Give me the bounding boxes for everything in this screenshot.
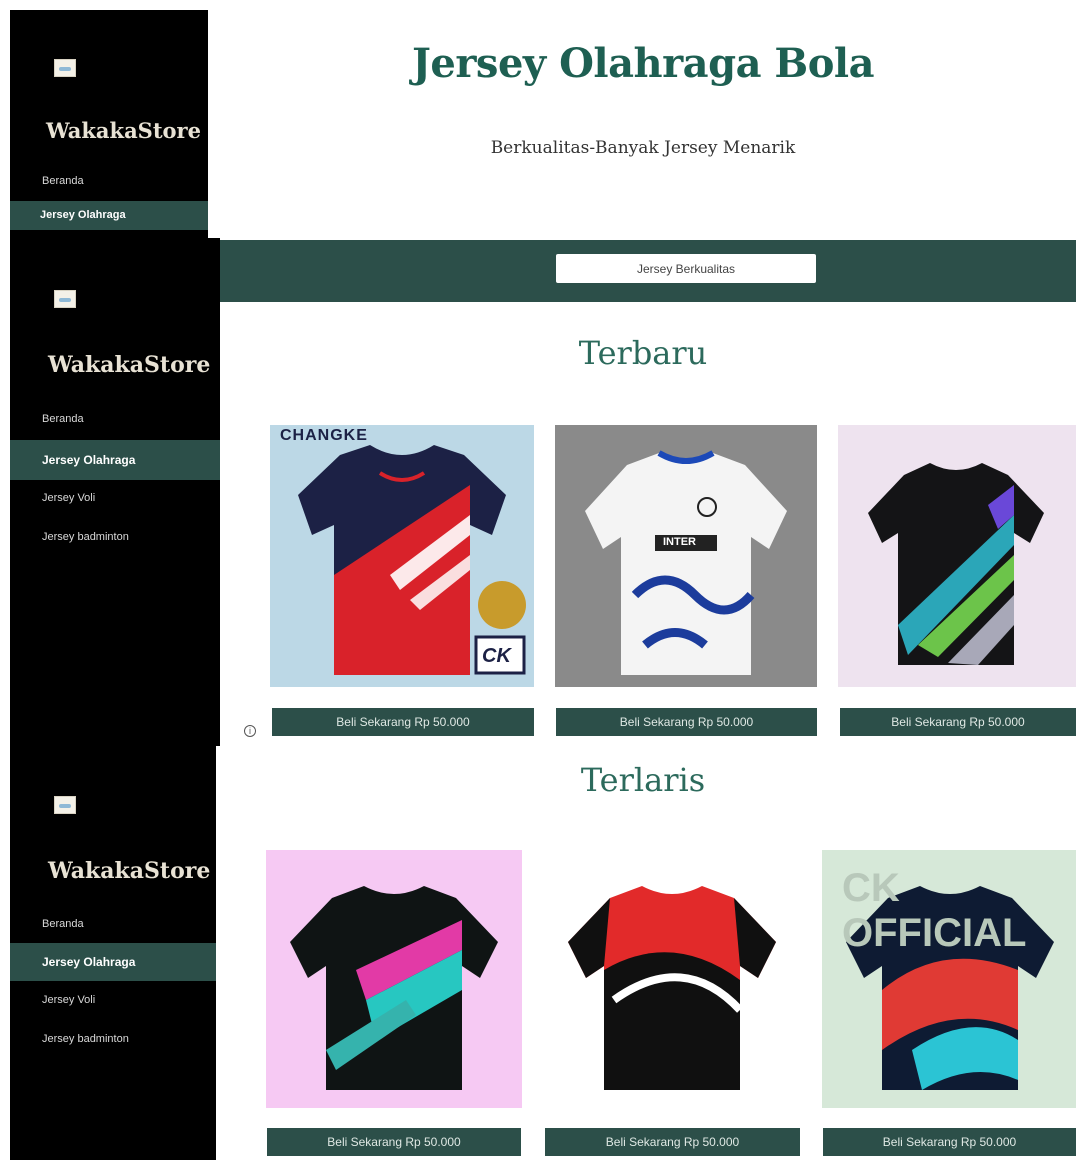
product-image-tough[interactable] <box>838 425 1076 687</box>
product-image-inter[interactable]: INTER <box>555 425 817 687</box>
sidebar: WakakaStore Beranda Jersey Olahraga Jers… <box>10 746 216 1160</box>
product-image-strength[interactable] <box>266 850 522 1108</box>
sidebar-item-beranda[interactable]: Beranda <box>10 175 84 187</box>
sidebar-item-jersey-badminton[interactable]: Jersey badminton <box>10 531 129 543</box>
buy-button[interactable]: Beli Sekarang Rp 50.000 <box>267 1128 521 1156</box>
sidebar-item-beranda[interactable]: Beranda <box>10 918 84 930</box>
sidebar-item-jersey-voli[interactable]: Jersey Voli <box>10 492 95 504</box>
buy-button[interactable]: Beli Sekarang Rp 50.000 <box>545 1128 800 1156</box>
jersey-red-black-image <box>544 850 800 1108</box>
sidebar-item-jersey-voli[interactable]: Jersey Voli <box>10 994 95 1006</box>
product-image-changke[interactable]: CHANGKE CK <box>270 425 534 687</box>
store-logo[interactable] <box>54 59 76 77</box>
page-subtitle: Berkualitas-Banyak Jersey Menarik <box>490 138 796 158</box>
buy-button[interactable]: Beli Sekarang Rp 50.000 <box>823 1128 1076 1156</box>
sidebar-item-jersey-badminton[interactable]: Jersey badminton <box>10 1033 129 1045</box>
inter-label: INTER <box>663 536 696 548</box>
product-image-red-black[interactable] <box>544 850 800 1108</box>
buy-button[interactable]: Beli Sekarang Rp 50.000 <box>556 708 817 736</box>
store-logo[interactable] <box>54 796 76 814</box>
jersey-berkualitas-button[interactable]: Jersey Berkualitas <box>556 254 816 283</box>
buy-button[interactable]: Beli Sekarang Rp 50.000 <box>840 708 1076 736</box>
sidebar-item-beranda[interactable]: Beranda <box>10 413 84 425</box>
brand-name: WakakaStore <box>46 118 201 143</box>
page-title: Jersey Olahraga Bola <box>411 40 875 87</box>
brand-name: WakakaStore <box>48 352 211 378</box>
sidebar: WakakaStore Beranda Jersey Olahraga <box>10 10 208 238</box>
sidebar-item-jersey-olahraga[interactable]: Jersey Olahraga <box>10 201 208 230</box>
section-title-terbaru: Terbaru <box>578 334 708 372</box>
sidebar-item-jersey-olahraga[interactable]: Jersey Olahraga <box>10 440 220 480</box>
buy-button[interactable]: Beli Sekarang Rp 50.000 <box>272 708 534 736</box>
sidebar-item-jersey-olahraga[interactable]: Jersey Olahraga <box>10 943 216 981</box>
section-title-terlaris: Terlaris <box>580 761 706 799</box>
jersey-white-inter-image <box>555 425 817 687</box>
changke-label: CHANGKE <box>280 427 368 444</box>
category-band: Jersey Berkualitas <box>220 240 1076 302</box>
jersey-black-neon-image <box>266 850 522 1108</box>
product-image-ck-official[interactable]: CK OFFICIAL <box>822 850 1076 1108</box>
ck-badge: CK <box>482 645 511 667</box>
store-logo[interactable] <box>54 290 76 308</box>
ck-official-watermark: CK OFFICIAL <box>842 866 1027 955</box>
brand-name: WakakaStore <box>48 858 211 884</box>
info-icon[interactable]: i <box>244 725 256 737</box>
jersey-black-rainbow-image <box>838 425 1076 687</box>
sidebar: WakakaStore Beranda Jersey Olahraga Jers… <box>10 238 220 746</box>
